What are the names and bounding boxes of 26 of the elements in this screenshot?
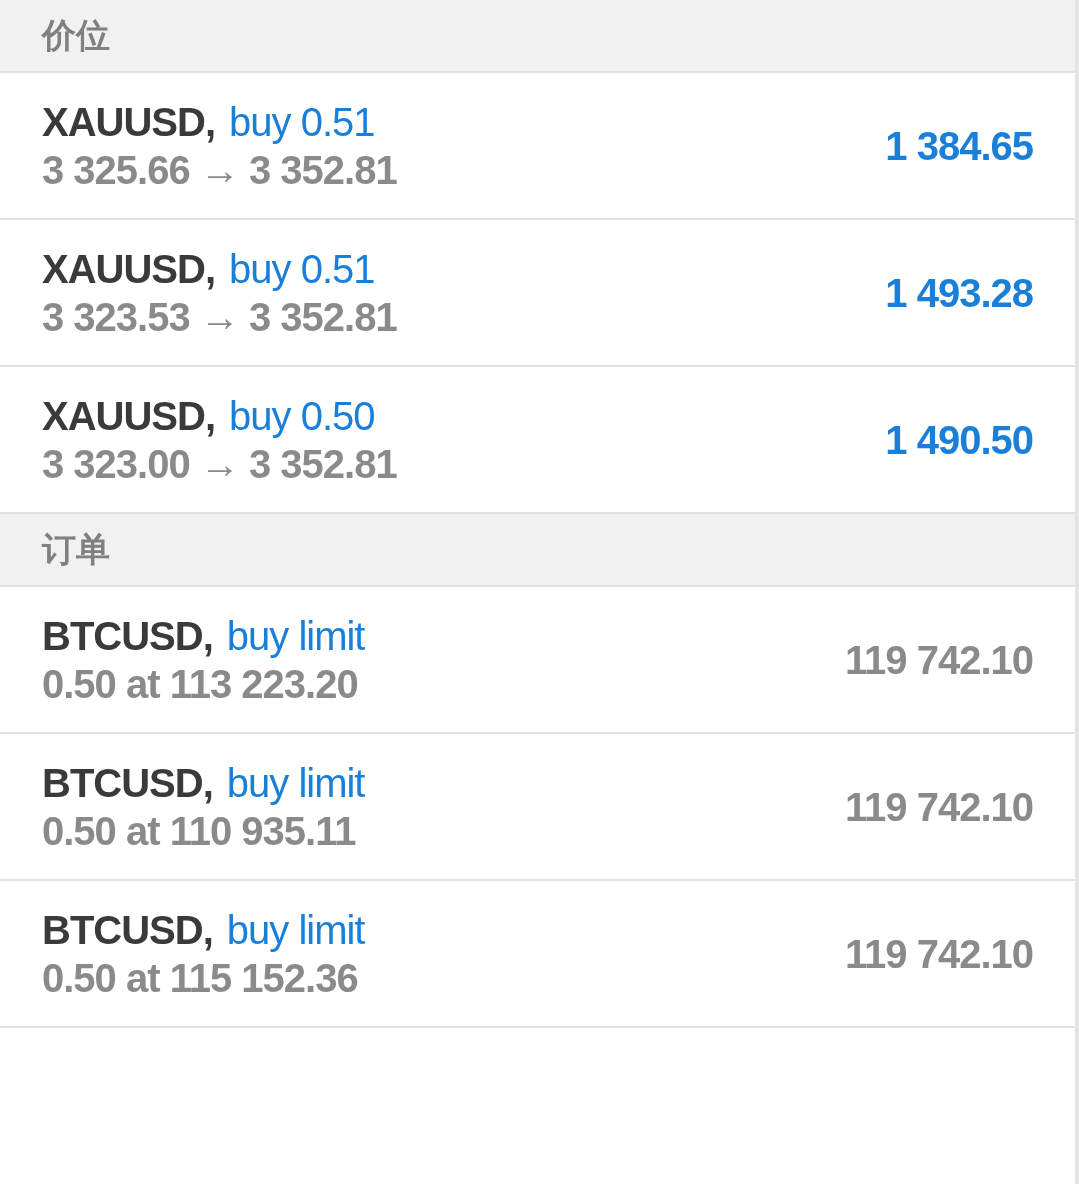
current-price: 119 742.10 — [845, 636, 1033, 684]
section-header: 价位 — [42, 14, 110, 57]
current-price: 119 742.10 — [845, 930, 1033, 978]
price-detail: 3 323.53 → 3 352.81 — [42, 293, 397, 341]
section-header: 订单 — [42, 528, 110, 571]
symbol-label: BTCUSD, — [42, 759, 213, 807]
order-type-label: buy limit — [226, 906, 365, 954]
symbol-label: BTCUSD, — [42, 612, 213, 660]
price-detail: 3 325.66 → 3 352.81 — [42, 146, 397, 194]
price-detail: 3 323.00 → 3 352.81 — [42, 440, 397, 488]
profit-value: 1 493.28 — [885, 269, 1033, 317]
order-type-label: buy 0.51 — [229, 245, 375, 293]
order-type-label: buy 0.51 — [229, 98, 375, 146]
price-detail: 0.50 at 110 935.11 — [42, 807, 357, 855]
price-detail: 0.50 at 115 152.36 — [42, 954, 359, 1002]
symbol-label: XAUUSD, — [42, 98, 216, 146]
profit-value: 1 384.65 — [885, 122, 1033, 170]
symbol-label: BTCUSD, — [42, 906, 213, 954]
order-type-label: buy limit — [226, 759, 365, 807]
symbol-label: XAUUSD, — [42, 392, 216, 440]
profit-value: 1 490.50 — [885, 416, 1033, 464]
current-price: 119 742.10 — [845, 783, 1033, 831]
order-type-label: buy limit — [226, 612, 365, 660]
price-detail: 0.50 at 113 223.20 — [42, 660, 359, 708]
symbol-label: XAUUSD, — [42, 245, 216, 293]
order-type-label: buy 0.50 — [229, 392, 375, 440]
